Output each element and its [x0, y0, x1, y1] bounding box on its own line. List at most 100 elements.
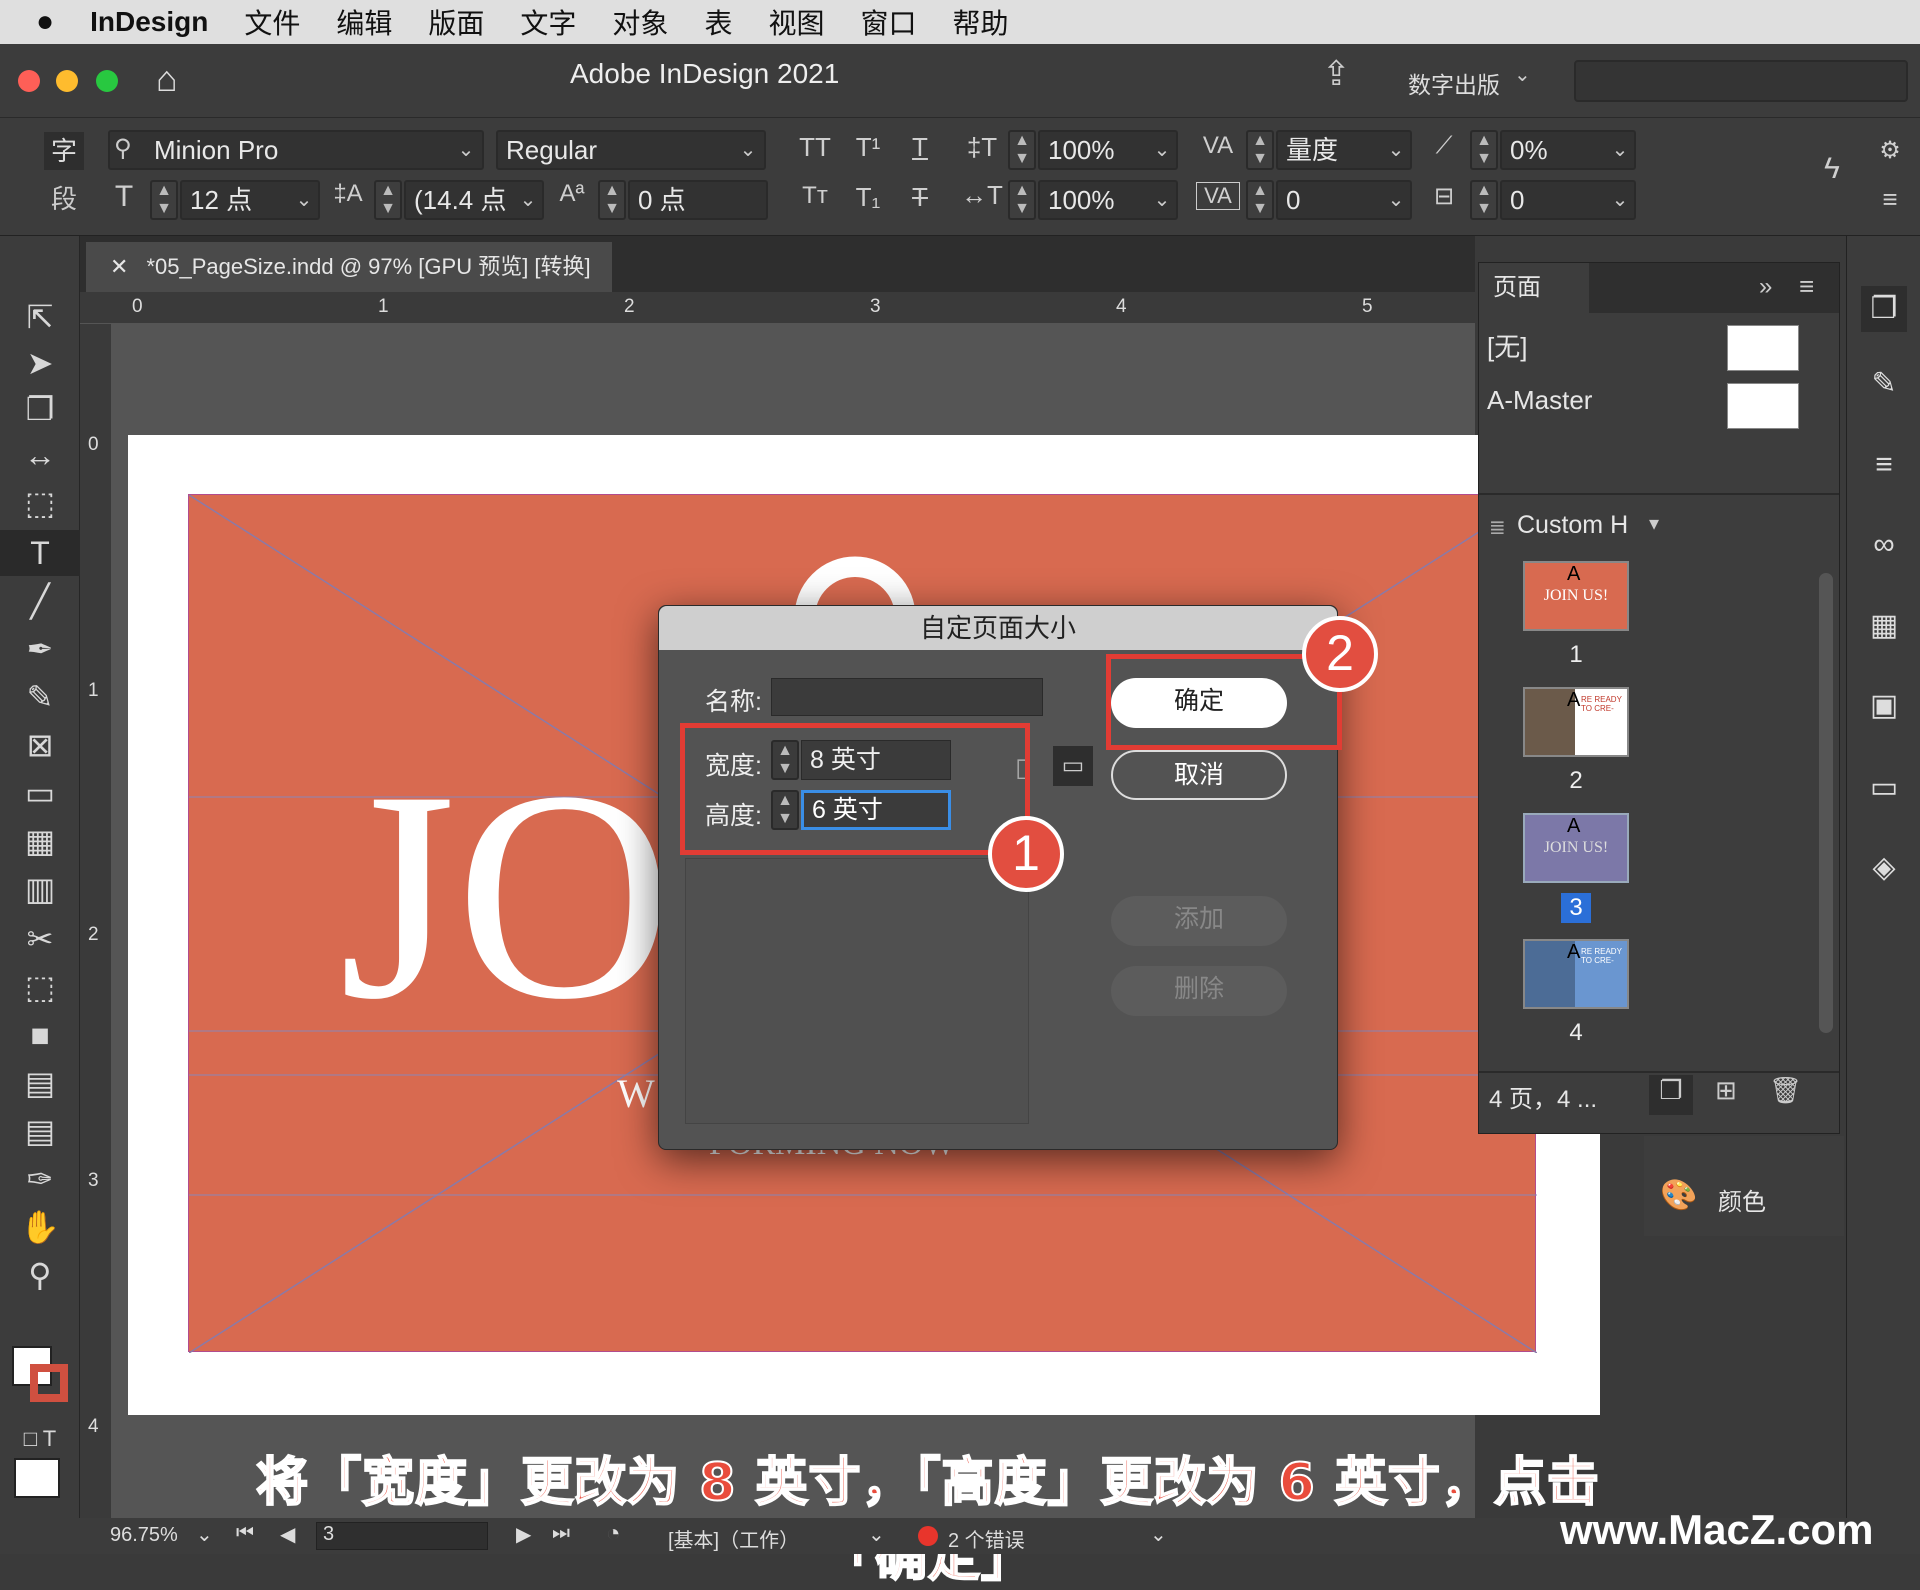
- swatches-panel-icon[interactable]: ▦: [1861, 608, 1907, 654]
- chevron-down-icon[interactable]: ⌄: [1148, 180, 1176, 220]
- pages-scrollbar[interactable]: [1819, 573, 1833, 1033]
- pencil-tool-icon[interactable]: ✎: [0, 674, 80, 720]
- gear-icon[interactable]: ⚙: [1870, 136, 1910, 165]
- landscape-orientation-icon[interactable]: ▭: [1053, 746, 1093, 786]
- error-count[interactable]: 2 个错误: [948, 1524, 1025, 1553]
- rectangle-tool-icon[interactable]: ▭: [0, 770, 80, 816]
- small-caps-icon[interactable]: Tᴛ: [790, 182, 840, 210]
- pages-panel-tab[interactable]: 页面: [1479, 263, 1589, 313]
- stroke-swatch[interactable]: [30, 1364, 68, 1402]
- selection-tool-icon[interactable]: ⇱: [0, 294, 80, 340]
- preflight-icon[interactable]: ◔: [606, 1520, 621, 1548]
- pages-panel-icon[interactable]: ❐: [1861, 286, 1907, 332]
- menu-file[interactable]: 文件: [244, 2, 300, 42]
- menu-layout[interactable]: 版面: [428, 2, 484, 42]
- links-panel-icon[interactable]: ∞: [1861, 528, 1907, 574]
- free-transform-tool-icon[interactable]: ⬚: [0, 964, 80, 1010]
- menu-window[interactable]: 窗口: [860, 2, 916, 42]
- new-page-icon[interactable]: ⊞: [1715, 1075, 1737, 1106]
- chevron-down-icon[interactable]: ⌄: [1606, 130, 1634, 170]
- previous-page-icon[interactable]: ◀: [280, 1522, 295, 1547]
- hand-tool-icon[interactable]: ✋: [0, 1204, 80, 1250]
- all-caps-icon[interactable]: TT: [790, 132, 840, 163]
- chevron-down-icon[interactable]: ⌄: [1382, 180, 1410, 220]
- chevron-down-icon[interactable]: ⌄: [290, 180, 318, 220]
- baseline-field[interactable]: 0 点: [628, 180, 768, 220]
- menu-help[interactable]: 帮助: [952, 2, 1008, 42]
- kerning-stepper[interactable]: ▲ ▼: [1246, 130, 1274, 170]
- gradient-swatch-tool-icon[interactable]: ■: [0, 1012, 80, 1058]
- lightning-icon[interactable]: ϟ: [1812, 152, 1852, 186]
- edit-page-size-icon[interactable]: ❐: [1649, 1075, 1693, 1115]
- note-tool-icon[interactable]: ▤: [0, 1108, 80, 1154]
- text-wrap-panel-icon[interactable]: ▣: [1861, 688, 1907, 734]
- page-thumbnail-selected[interactable]: JOIN US! A: [1523, 813, 1629, 883]
- home-icon[interactable]: ⌂: [156, 58, 178, 100]
- gradient-feather-tool-icon[interactable]: ▤: [0, 1060, 80, 1106]
- skew-stepper[interactable]: ▲ ▼: [1470, 130, 1498, 170]
- chevron-down-icon[interactable]: ⌄: [1382, 130, 1410, 170]
- document-tab[interactable]: ✕ *05_PageSize.indd @ 97% [GPU 预览] [转换]: [86, 242, 612, 292]
- subscript-icon[interactable]: T₁: [848, 182, 888, 213]
- apple-icon[interactable]: ●: [36, 5, 54, 39]
- none-master-label[interactable]: [无]: [1487, 327, 1527, 364]
- close-icon[interactable]: ✕: [110, 254, 128, 279]
- scissors-tool-icon[interactable]: ✂: [0, 916, 80, 962]
- share-icon[interactable]: ⇪: [1322, 54, 1351, 94]
- chevron-down-icon[interactable]: ⌄: [514, 180, 542, 220]
- zoom-window-button[interactable]: [96, 70, 118, 92]
- hscale-stepper[interactable]: ▲ ▼: [1008, 180, 1036, 220]
- rectangle-frame-tool-icon[interactable]: ⊠: [0, 722, 80, 768]
- zoom-tool-icon[interactable]: ⚲: [0, 1252, 80, 1298]
- gap-tool-icon[interactable]: ↔: [0, 432, 80, 478]
- font-family-field[interactable]: Minion Pro: [108, 130, 484, 170]
- panel-expand-icon[interactable]: »: [1759, 273, 1772, 301]
- gradient-panel-icon[interactable]: ▭: [1861, 770, 1907, 816]
- page-number-field[interactable]: 3: [316, 1522, 488, 1550]
- a-master-label[interactable]: A-Master: [1487, 385, 1592, 416]
- apply-none-icon[interactable]: [14, 1458, 60, 1498]
- panel-menu-icon[interactable]: ≡: [1799, 271, 1814, 302]
- superscript-icon[interactable]: T¹: [848, 132, 888, 163]
- drag-handle-icon[interactable]: ≣: [1489, 515, 1506, 540]
- baseline-stepper[interactable]: ▲ ▼: [598, 180, 626, 220]
- eyedropper-tool-icon[interactable]: ✑: [0, 1156, 80, 1202]
- content-collector-icon[interactable]: ⬚: [0, 480, 80, 526]
- add-button[interactable]: 添加: [1111, 896, 1287, 946]
- vscale-stepper[interactable]: ▲ ▼: [1008, 130, 1036, 170]
- delete-button[interactable]: 删除: [1111, 966, 1287, 1016]
- spacing-stepper[interactable]: ▲ ▼: [1470, 180, 1498, 220]
- search-input[interactable]: [1574, 60, 1908, 102]
- trash-icon[interactable]: 🗑: [1769, 1075, 1802, 1106]
- next-page-icon[interactable]: ▶: [516, 1522, 531, 1547]
- menu-app[interactable]: InDesign: [90, 6, 208, 38]
- preflight-profile[interactable]: [基本]（工作）: [668, 1524, 799, 1553]
- color-panel[interactable]: 🎨 颜色: [1644, 1136, 1844, 1236]
- pen-tool-icon[interactable]: ✒: [0, 626, 80, 672]
- character-mode-button[interactable]: 字: [44, 132, 84, 170]
- chevron-down-icon[interactable]: ⌄: [452, 130, 480, 170]
- menu-edit[interactable]: 编辑: [336, 2, 392, 42]
- minimize-window-button[interactable]: [56, 70, 78, 92]
- workspace-switcher[interactable]: 数字出版: [1408, 66, 1500, 100]
- chevron-down-icon[interactable]: ⌄: [868, 1522, 885, 1547]
- menu-table[interactable]: 表: [704, 2, 732, 42]
- direct-selection-tool-icon[interactable]: ➤: [0, 340, 80, 386]
- chevron-down-icon[interactable]: ⌄: [1148, 130, 1176, 170]
- menu-type[interactable]: 文字: [520, 2, 576, 42]
- cc-libraries-icon[interactable]: ✎: [1861, 366, 1907, 412]
- table-tool-icon[interactable]: ▦: [0, 818, 80, 864]
- type-tool-icon[interactable]: T: [0, 530, 80, 576]
- hamburger-menu-icon[interactable]: ≡: [1870, 184, 1910, 215]
- page-size-list[interactable]: [685, 858, 1029, 1124]
- chevron-down-icon[interactable]: ⌄: [1606, 180, 1634, 220]
- font-style-field[interactable]: Regular: [496, 130, 766, 170]
- page-size-dropdown[interactable]: Custom H: [1517, 511, 1628, 540]
- name-input[interactable]: [771, 678, 1043, 716]
- page-thumbnail[interactable]: RE READY TO CRE- A: [1523, 687, 1629, 757]
- chevron-down-icon[interactable]: ⌄: [734, 130, 762, 170]
- leading-stepper[interactable]: ▲ ▼: [374, 180, 402, 220]
- stroke-panel-icon[interactable]: ≡: [1861, 448, 1907, 494]
- none-master-thumb[interactable]: [1727, 325, 1799, 371]
- chevron-down-icon[interactable]: ⌄: [1150, 1522, 1167, 1547]
